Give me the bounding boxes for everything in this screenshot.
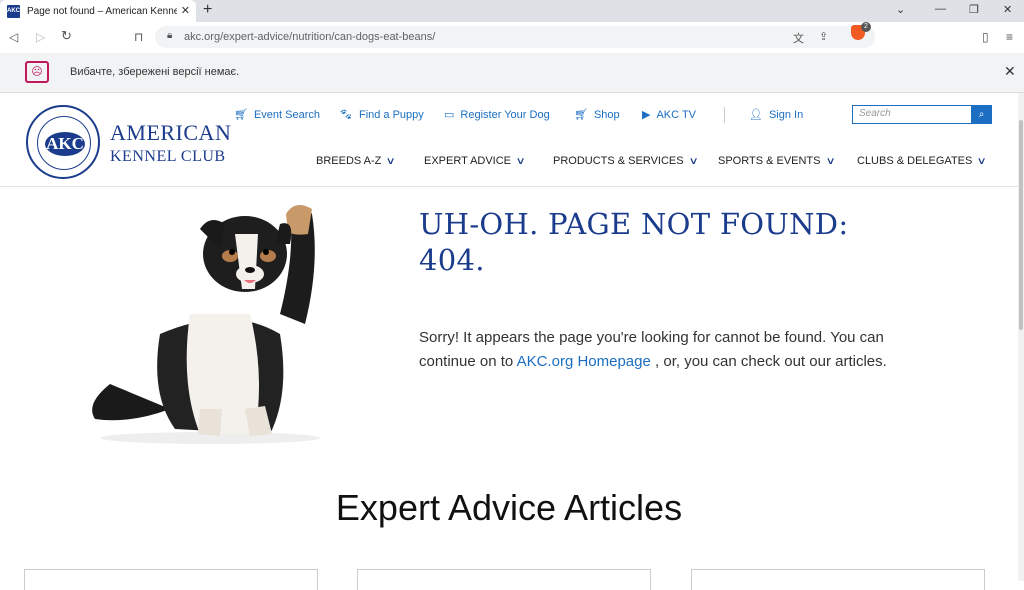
akc-favicon-icon: AKC: [7, 4, 20, 18]
sidebar-icon[interactable]: ▯: [982, 30, 989, 44]
browser-tab[interactable]: AKC Page not found – American Kennel Clu…: [0, 0, 196, 22]
bookmark-icon[interactable]: ⊓: [134, 30, 143, 44]
chevron-down-icon: ∨: [515, 156, 526, 167]
event-search-icon: 🛒︎: [234, 109, 248, 121]
homepage-link[interactable]: AKC.org Homepage: [517, 353, 651, 370]
search-input[interactable]: Search: [852, 105, 972, 124]
chevron-down-icon: ∨: [825, 156, 836, 167]
chevron-down-icon[interactable]: ⌄: [896, 3, 905, 16]
minimize-icon[interactable]: —: [935, 3, 946, 15]
shop-link[interactable]: 🛒︎ Shop: [574, 108, 620, 121]
search-icon[interactable]: ⌕: [971, 105, 992, 124]
menu-icon[interactable]: ≡: [1006, 30, 1013, 44]
tab-title: Page not found – American Kennel Club: [27, 5, 177, 17]
brave-shield-badge: 2: [861, 22, 871, 32]
sad-page-icon: ☹: [25, 61, 49, 83]
offline-infobar: ☹ Вибачте, збережені версії немає. ✕: [0, 53, 1024, 93]
back-icon[interactable]: ◁: [9, 30, 18, 44]
tab-close-icon[interactable]: ✕: [181, 4, 190, 17]
article-card[interactable]: [691, 569, 985, 590]
site-logo-text[interactable]: AMERICAN KENNEL CLUB: [110, 121, 231, 169]
browser-tab-bar: AKC Page not found – American Kennel Clu…: [0, 0, 1024, 22]
chevron-down-icon: ∨: [976, 156, 988, 167]
restore-icon[interactable]: ❐: [969, 3, 979, 16]
paw-icon: 🐾︎: [339, 109, 353, 121]
nav-clubs-delegates[interactable]: CLUBS & DELEGATES ∨: [857, 155, 988, 167]
omnibox[interactable]: 🔒︎ akc.org/expert-advice/nutrition/can-d…: [155, 26, 875, 48]
akc-seal-logo[interactable]: AKC: [26, 105, 100, 179]
akc-monogram: AKC: [45, 132, 85, 156]
error-headline: UH-OH. PAGE NOT FOUND: 404.: [419, 207, 849, 277]
nav-breeds[interactable]: BREEDS A-Z ∨: [316, 155, 397, 167]
share-icon[interactable]: ⇪: [819, 30, 828, 43]
akc-tv-link[interactable]: ▶ AKC TV: [642, 108, 696, 121]
certificate-icon: ▭: [444, 109, 455, 121]
find-puppy-link[interactable]: 🐾︎ Find a Puppy: [339, 108, 424, 121]
nav-sports-events[interactable]: SPORTS & EVENTS ∨: [718, 155, 836, 167]
site-header: AKC AMERICAN KENNEL CLUB 🛒︎ Event Search …: [0, 93, 1018, 187]
divider: [724, 107, 725, 123]
url-text[interactable]: akc.org/expert-advice/nutrition/can-dogs…: [184, 31, 435, 43]
error-message: Sorry! It appears the page you're lookin…: [419, 329, 887, 370]
play-icon: ▶: [642, 109, 651, 121]
event-search-link[interactable]: 🛒︎ Event Search: [234, 108, 320, 121]
translate-icon[interactable]: 文: [793, 30, 804, 46]
chevron-down-icon: ∨: [688, 156, 699, 167]
sign-in-link[interactable]: 👤︎ Sign In: [749, 108, 803, 121]
waving-dog-image: [92, 205, 320, 444]
nav-products-services[interactable]: PRODUCTS & SERVICES ∨: [553, 155, 699, 167]
infobar-close-icon[interactable]: ✕: [1004, 63, 1016, 80]
user-icon: 👤︎: [749, 109, 763, 121]
cart-icon: 🛒︎: [574, 109, 588, 121]
articles-heading: Expert Advice Articles: [335, 487, 683, 528]
scrollbar-thumb[interactable]: [1019, 120, 1023, 330]
article-card[interactable]: [24, 569, 318, 590]
lock-icon[interactable]: 🔒︎: [167, 30, 172, 41]
infobar-message: Вибачте, збережені версії немає.: [70, 66, 240, 78]
reload-icon[interactable]: ↻: [61, 28, 72, 44]
nav-expert-advice[interactable]: EXPERT ADVICE ∨: [424, 155, 526, 167]
address-bar: ◁ ▷ ↻ ⊓ 🔒︎ akc.org/expert-advice/nutriti…: [0, 22, 1024, 54]
register-dog-link[interactable]: ▭ Register Your Dog: [444, 108, 550, 121]
article-card[interactable]: [357, 569, 651, 590]
new-tab-icon[interactable]: +: [203, 1, 212, 19]
forward-icon[interactable]: ▷: [36, 30, 45, 44]
chevron-down-icon: ∨: [385, 156, 397, 167]
window-close-icon[interactable]: ✕: [1003, 3, 1012, 16]
